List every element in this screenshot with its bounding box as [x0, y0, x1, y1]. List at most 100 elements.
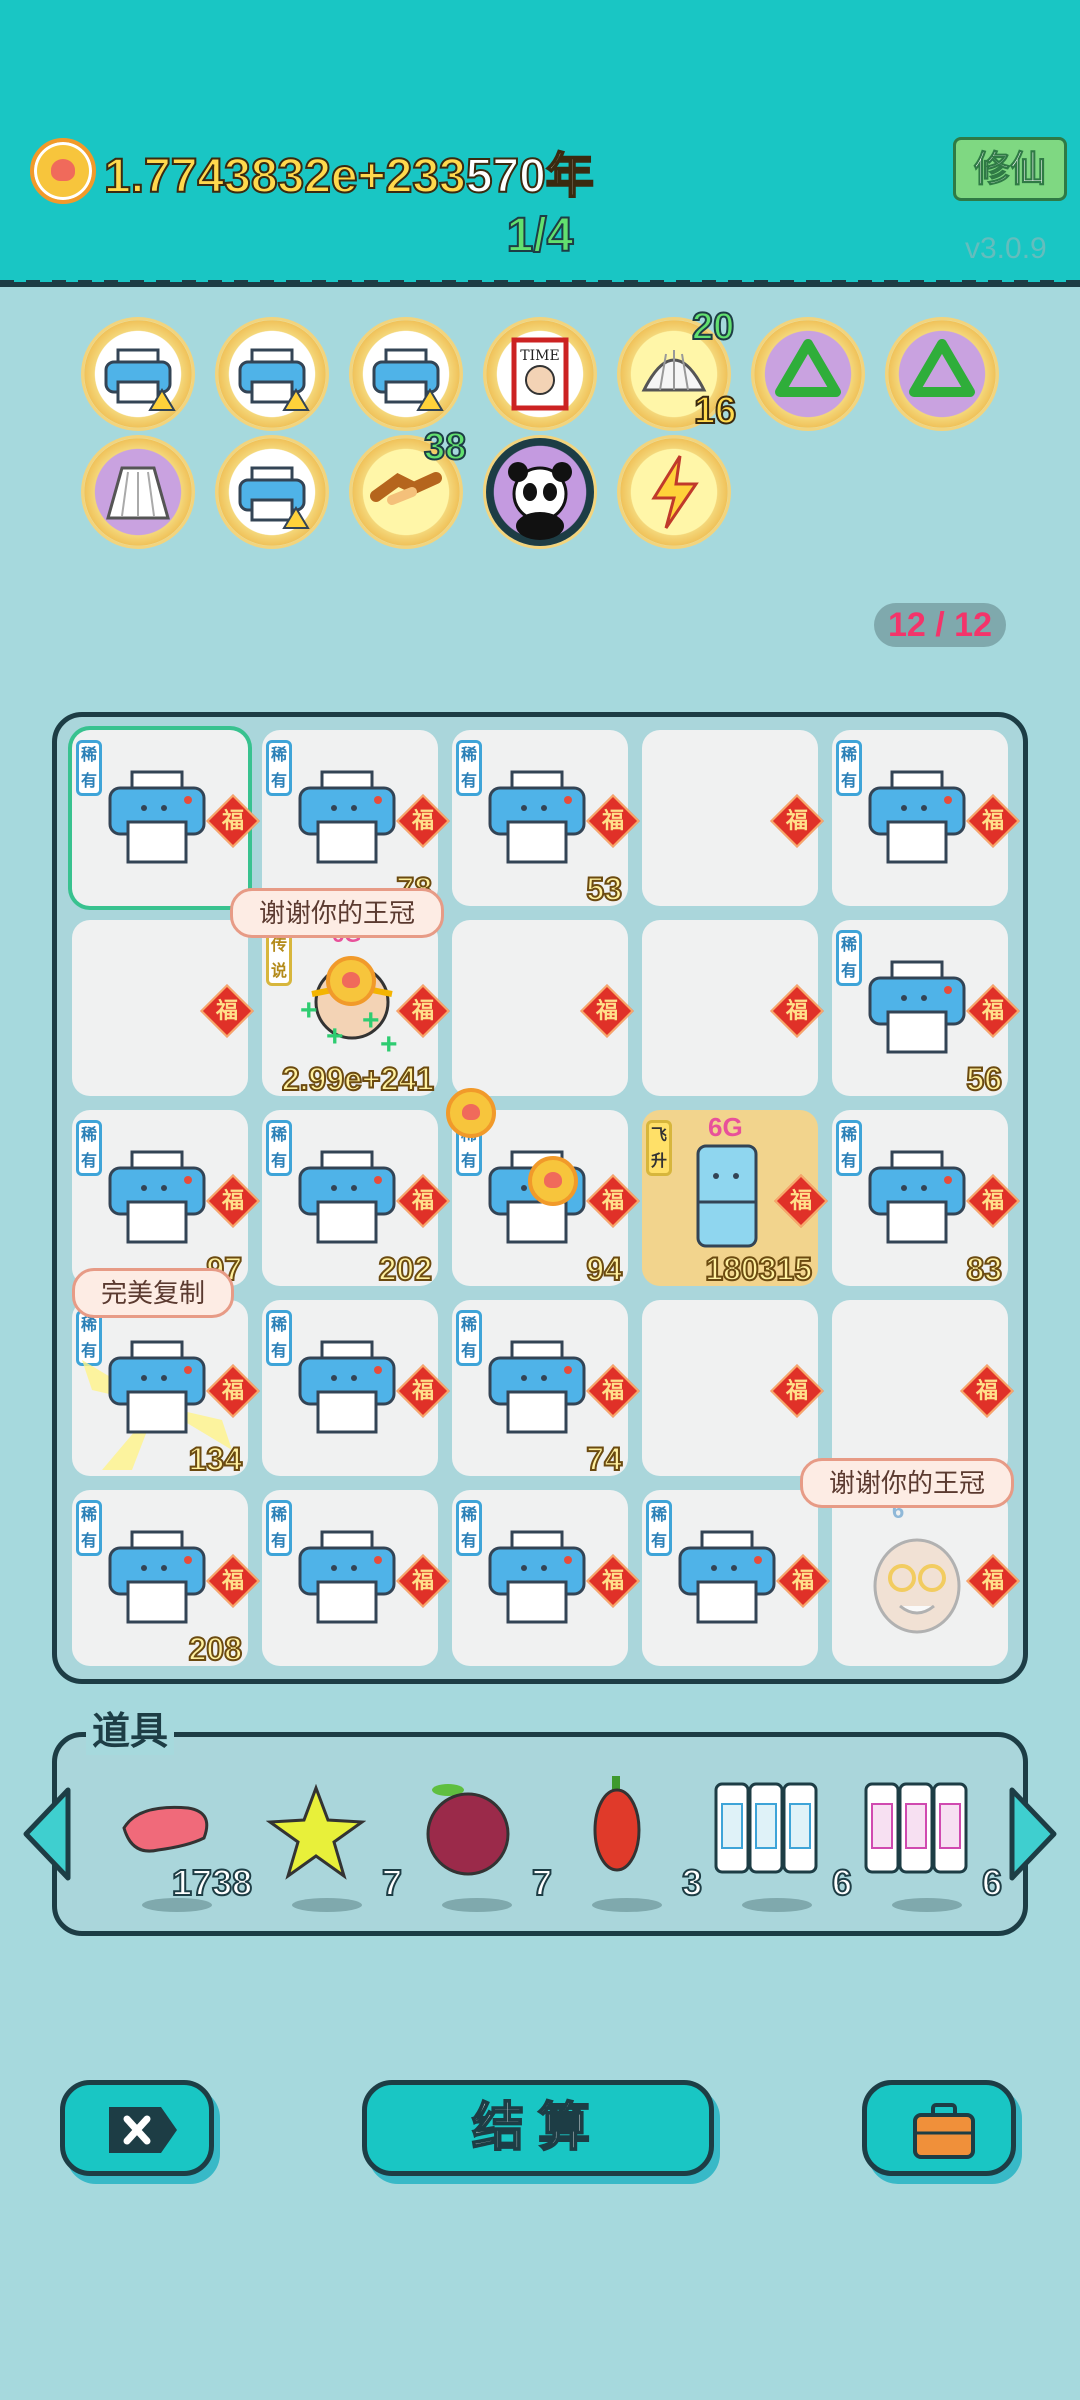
prop-item[interactable]: 6 — [862, 1770, 1003, 1912]
ghost-character-icon — [873, 1538, 961, 1634]
printer-warning-icon — [104, 348, 176, 411]
arrow-left-icon[interactable] — [20, 1786, 74, 1882]
buff-handshake[interactable]: 38 — [352, 425, 467, 546]
prop-item[interactable]: 7 — [262, 1770, 403, 1912]
buff-printer-4[interactable] — [218, 438, 326, 546]
board-cell[interactable]: 福 — [642, 1300, 824, 1476]
slot-counter: 12 / 12 — [874, 603, 1006, 647]
fu-badge: 福 — [770, 794, 824, 848]
buff-printer-2[interactable] — [218, 320, 326, 428]
board-cell[interactable]: 稀有 福 202 — [262, 1110, 450, 1288]
buff-printer-3[interactable] — [352, 320, 460, 428]
recycle-icon — [909, 339, 975, 397]
board-cell[interactable]: 稀有 福 56 — [832, 920, 1020, 1098]
board-cell[interactable]: 传说 6G ++++ 福 2.99e+241 — [262, 920, 450, 1098]
board-cell[interactable]: 稀有 福 208 — [72, 1490, 260, 1668]
board-cell[interactable]: 福 — [642, 730, 824, 906]
buff-lightning[interactable] — [620, 438, 728, 546]
item-count: 6 — [831, 1861, 853, 1904]
coin-icon[interactable] — [446, 1088, 496, 1138]
printer-icon — [108, 1150, 206, 1244]
rarity-tag: 稀有 — [266, 1310, 292, 1366]
rarity-tag: 稀有 — [836, 1120, 862, 1176]
item-shadow — [742, 1898, 812, 1912]
board-cell[interactable]: 6 福 — [832, 1490, 1020, 1666]
printer-icon — [108, 1530, 206, 1624]
board-cell[interactable]: 福 — [72, 920, 254, 1096]
money-counter: 1.7743832e+233570年 — [103, 136, 595, 206]
panda-icon — [508, 462, 572, 540]
coin-icon[interactable] — [528, 1156, 578, 1206]
board-cell[interactable]: 稀有 福 74 — [452, 1300, 640, 1478]
rarity-tag: 飞升 — [646, 1120, 672, 1176]
buff-recycle-1[interactable] — [754, 320, 862, 428]
printer-icon — [108, 770, 206, 864]
board-cell[interactable]: 稀有 福 78 — [262, 730, 450, 908]
board-cell[interactable]: 飞升 6G 福 180315 — [642, 1110, 828, 1288]
board-cell[interactable]: 稀有 福 53 — [452, 730, 640, 908]
version-label: v3.0.9 — [965, 232, 1047, 265]
settle-button[interactable]: 结算 — [362, 2080, 714, 2176]
buff-skirt[interactable] — [84, 438, 192, 546]
fu-badge: 福 — [960, 1364, 1014, 1418]
board-cell[interactable]: 稀有 福 97 — [72, 1110, 260, 1288]
svg-text:+: + — [326, 1020, 344, 1053]
xiuxian-button[interactable]: 修仙 — [953, 137, 1067, 201]
buff-panda[interactable] — [486, 438, 594, 546]
printer-warning-icon — [372, 348, 444, 411]
close-button[interactable] — [60, 2080, 214, 2176]
header-divider — [0, 280, 1080, 284]
printer-icon — [488, 1530, 586, 1624]
printer-icon — [868, 960, 966, 1054]
cell-count: 134 — [188, 1440, 243, 1478]
cell-count: 53 — [585, 870, 623, 908]
lightning-icon — [651, 455, 699, 529]
rarity-tag: 稀有 — [456, 1310, 482, 1366]
rarity-tag: 稀有 — [266, 1500, 292, 1556]
speech-bubble: 谢谢你的王冠 — [230, 888, 445, 938]
prop-item[interactable]: 7 — [412, 1770, 553, 1912]
svg-text:+: + — [362, 1004, 380, 1037]
rarity-tag: 传说 — [266, 930, 292, 986]
coin-icon — [30, 138, 96, 204]
fu-badge: 福 — [200, 984, 254, 1038]
cell-count: 74 — [585, 1440, 623, 1478]
cell-count: 180315 — [704, 1250, 813, 1288]
printer-icon — [678, 1530, 776, 1624]
speech-bubble: 谢谢你的王冠 — [800, 1458, 1015, 1508]
board-cell[interactable]: 稀有 福 134 — [72, 1300, 260, 1478]
board-cell[interactable]: 稀有 福 — [642, 1490, 830, 1666]
board-cell[interactable]: 稀有 福 — [262, 1490, 450, 1666]
board-cell[interactable]: 稀有 福 83 — [832, 1110, 1020, 1288]
prop-item[interactable]: 3 — [562, 1770, 703, 1912]
buff-count: 20 — [691, 305, 735, 349]
board-cell[interactable]: 稀有 福 — [72, 730, 260, 906]
prop-item[interactable]: 1738 — [112, 1770, 253, 1912]
buff-time-magazine[interactable]: TIME — [486, 320, 594, 428]
board-cell[interactable]: 福 — [832, 1300, 1014, 1476]
briefcase-icon — [913, 2103, 975, 2159]
cell-count: 83 — [965, 1250, 1003, 1288]
speech-bubble: 完美复制 — [72, 1268, 235, 1318]
printer-icon — [488, 770, 586, 864]
arrow-right-icon[interactable] — [1006, 1786, 1060, 1882]
legend-cards-icon — [864, 1782, 968, 1874]
printer-warning-icon — [238, 466, 310, 529]
board-cell[interactable]: 稀有 福 — [452, 1490, 640, 1666]
board-cell[interactable]: 福 — [452, 920, 634, 1096]
item-count: 7 — [381, 1861, 403, 1904]
buff-printer-1[interactable] — [84, 320, 192, 428]
rarity-tag: 稀有 — [266, 1120, 292, 1176]
bag-button[interactable] — [862, 2080, 1016, 2176]
item-count: 6 — [981, 1861, 1003, 1904]
board-cell[interactable]: 福 — [642, 920, 824, 1096]
level-indicator: 1/4 — [506, 208, 575, 263]
board-cell[interactable]: 稀有 福 — [262, 1300, 450, 1476]
buff-shell[interactable]: 20 16 — [620, 305, 737, 433]
buff-recycle-2[interactable] — [888, 320, 996, 428]
board-cell[interactable]: 稀有 福 — [832, 730, 1020, 906]
prop-item[interactable]: 6 — [712, 1770, 853, 1912]
svg-text:TIME: TIME — [520, 348, 559, 364]
svg-text:+: + — [300, 994, 318, 1027]
coin-icon[interactable] — [326, 956, 376, 1006]
